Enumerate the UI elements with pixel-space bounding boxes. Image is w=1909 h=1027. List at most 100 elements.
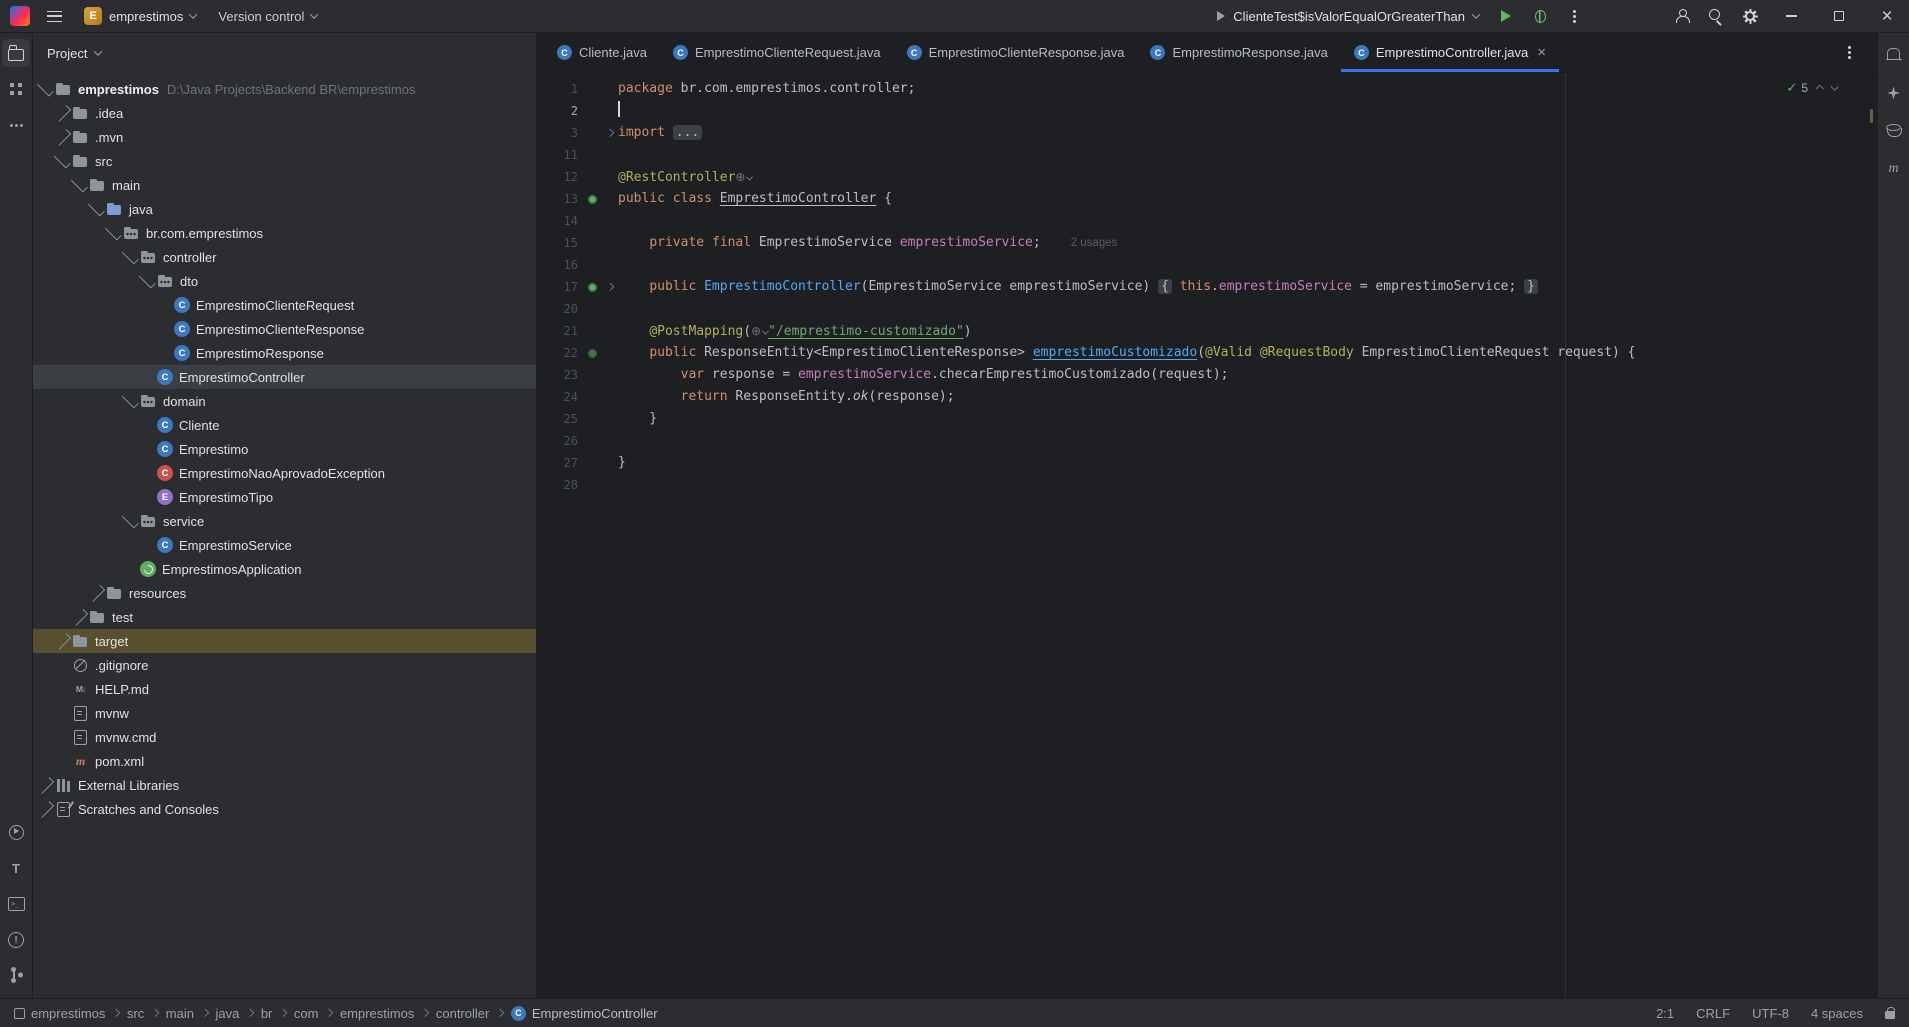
database-icon[interactable] — [1880, 117, 1908, 145]
chevron-right-icon[interactable] — [37, 797, 54, 821]
code-with-me-button[interactable] — [1667, 1, 1697, 31]
fold-chevron-icon[interactable] — [602, 122, 618, 144]
code-line-16[interactable]: 16 — [536, 254, 1877, 276]
ai-assistant-icon[interactable] — [1880, 79, 1908, 107]
maven-icon[interactable] — [1880, 155, 1908, 183]
line-number[interactable]: 15 — [536, 232, 582, 254]
code-line-25[interactable]: 25 } — [536, 408, 1877, 430]
run-configuration-selector[interactable]: ClienteTest$isValorEqualOrGreaterThan — [1209, 9, 1487, 24]
services-icon[interactable] — [2, 818, 30, 846]
code-line-27[interactable]: 27} — [536, 452, 1877, 474]
tree-item-external-libraries[interactable]: External Libraries — [33, 773, 536, 797]
tree-item-java[interactable]: java — [33, 197, 536, 221]
code-line-13[interactable]: 13public class EmprestimoController { — [536, 188, 1877, 210]
tree-item-main[interactable]: main — [33, 173, 536, 197]
notifications-icon[interactable] — [1880, 41, 1908, 69]
line-number[interactable]: 17 — [536, 276, 582, 298]
chevron-up-icon[interactable] — [1816, 86, 1824, 94]
breadcrumb-item[interactable]: src — [127, 1006, 144, 1021]
tab-cliente-java[interactable]: Cliente.java — [544, 33, 660, 72]
line-number[interactable]: 13 — [536, 188, 582, 210]
chevron-down-icon[interactable] — [1830, 83, 1838, 91]
tree-item-emprestimotipo[interactable]: EmprestimoTipo — [33, 485, 536, 509]
debug-button[interactable] — [1525, 1, 1555, 31]
project-tree[interactable]: emprestimosD:\Java Projects\Backend BR\e… — [33, 73, 536, 998]
chevron-down-icon[interactable] — [71, 173, 88, 197]
line-number[interactable]: 28 — [536, 474, 582, 496]
tree-item-emprestimo[interactable]: Emprestimo — [33, 437, 536, 461]
tree-item-dto[interactable]: dto — [33, 269, 536, 293]
encoding-widget[interactable]: UTF-8 — [1752, 1006, 1789, 1021]
settings-button[interactable] — [1735, 1, 1765, 31]
version-control-icon[interactable] — [2, 962, 30, 990]
fold-chevron-icon[interactable] — [602, 276, 618, 298]
tab-emprestimoclienterequest-java[interactable]: EmprestimoClienteRequest.java — [660, 33, 894, 72]
main-menu-button[interactable] — [38, 3, 71, 29]
search-everywhere-button[interactable] — [1701, 1, 1731, 31]
breadcrumb-item[interactable]: br — [261, 1006, 273, 1021]
line-number[interactable]: 20 — [536, 298, 582, 320]
breadcrumb-item[interactable]: main — [166, 1006, 194, 1021]
project-selector[interactable]: E emprestimos — [75, 3, 205, 29]
version-control-menu[interactable]: Version control — [209, 3, 326, 29]
code-line-2[interactable]: 2 — [536, 100, 1877, 122]
breadcrumb-item[interactable]: com — [294, 1006, 319, 1021]
tree-item-emprestimocontroller[interactable]: EmprestimoController — [33, 365, 536, 389]
code-line-22[interactable]: 22 public ResponseEntity<EmprestimoClien… — [536, 342, 1877, 364]
line-number[interactable]: 12 — [536, 166, 582, 188]
code-line-12[interactable]: 12@RestController⊕ — [536, 166, 1877, 188]
chevron-down-icon[interactable] — [122, 245, 139, 269]
spring-bean-gutter-icon[interactable] — [582, 276, 602, 298]
todo-icon[interactable] — [2, 854, 30, 882]
inspections-widget[interactable]: ✓ 5 — [1786, 80, 1837, 96]
code-line-17[interactable]: 17 public EmprestimoController(Emprestim… — [536, 276, 1877, 298]
line-number[interactable]: 22 — [536, 342, 582, 364]
line-number[interactable]: 3 — [536, 122, 582, 144]
line-number[interactable]: 16 — [536, 254, 582, 276]
code-line-23[interactable]: 23 var response = emprestimoService.chec… — [536, 364, 1877, 386]
tree-item-emprestimoservice[interactable]: EmprestimoService — [33, 533, 536, 557]
tab-emprestimocontroller-java[interactable]: EmprestimoController.java× — [1341, 33, 1559, 72]
tree-item-mvn[interactable]: .mvn — [33, 125, 536, 149]
tree-item-emprestimoclienterequest[interactable]: EmprestimoClienteRequest — [33, 293, 536, 317]
indent-widget[interactable]: 4 spaces — [1811, 1006, 1863, 1021]
breadcrumb-item[interactable]: controller — [436, 1006, 489, 1021]
tree-item-help-md[interactable]: HELP.md — [33, 677, 536, 701]
run-button[interactable] — [1491, 1, 1521, 31]
tab-emprestimoclienteresponse-java[interactable]: EmprestimoClienteResponse.java — [894, 33, 1138, 72]
breadcrumb-item[interactable]: emprestimos — [340, 1006, 414, 1021]
tree-item-cliente[interactable]: Cliente — [33, 413, 536, 437]
line-number[interactable]: 23 — [536, 364, 582, 386]
line-number[interactable]: 21 — [536, 320, 582, 342]
chevron-right-icon[interactable] — [88, 581, 105, 605]
chevron-down-icon[interactable] — [88, 197, 105, 221]
problems-icon[interactable] — [2, 926, 30, 954]
code-line-15[interactable]: 15 private final EmprestimoService empre… — [536, 232, 1877, 254]
minimize-button[interactable] — [1769, 0, 1813, 33]
more-tools-icon[interactable] — [2, 111, 30, 139]
code-line-11[interactable]: 11 — [536, 144, 1877, 166]
chevron-down-icon[interactable] — [139, 269, 156, 293]
code-line-21[interactable]: 21 @PostMapping(⊕"/emprestimo-customizad… — [536, 320, 1877, 342]
tree-item-src[interactable]: src — [33, 149, 536, 173]
terminal-icon[interactable] — [2, 890, 30, 918]
breadcrumb-item[interactable]: java — [215, 1006, 239, 1021]
line-number[interactable]: 26 — [536, 430, 582, 452]
tree-item-emprestimonaoaprovadoexception[interactable]: EmprestimoNaoAprovadoException — [33, 461, 536, 485]
tree-item-scratches-and-consoles[interactable]: Scratches and Consoles — [33, 797, 536, 821]
structure-icon[interactable] — [2, 75, 30, 103]
caret-position-widget[interactable]: 2:1 — [1656, 1006, 1674, 1021]
maximize-button[interactable] — [1817, 0, 1861, 33]
line-number[interactable]: 25 — [536, 408, 582, 430]
tree-item-test[interactable]: test — [33, 605, 536, 629]
tree-item-emprestimos[interactable]: emprestimosD:\Java Projects\Backend BR\e… — [33, 77, 536, 101]
code-lines[interactable]: 1package br.com.emprestimos.controller;2… — [536, 78, 1877, 496]
chevron-down-icon[interactable] — [105, 221, 122, 245]
more-actions-button[interactable] — [1559, 1, 1589, 31]
code-line-3[interactable]: 3import ... — [536, 122, 1877, 144]
chevron-right-icon[interactable] — [71, 605, 88, 629]
lock-icon[interactable] — [1885, 1011, 1895, 1019]
tree-item-gitignore[interactable]: .gitignore — [33, 653, 536, 677]
tree-item-emprestimosapplication[interactable]: EmprestimosApplication — [33, 557, 536, 581]
tree-item-br-com-emprestimos[interactable]: br.com.emprestimos — [33, 221, 536, 245]
